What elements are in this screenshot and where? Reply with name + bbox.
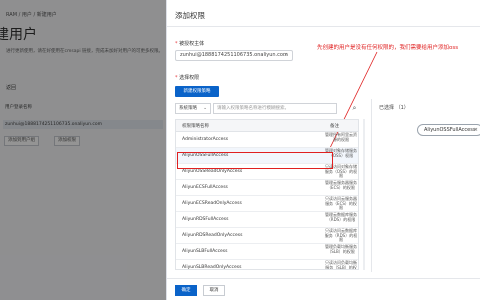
table-row[interactable]: AliyunECSReadOnlyAccess 只读访问云服务器服务（ECS）的权…: [176, 196, 358, 212]
create-policy-button[interactable]: 新建权限策略: [175, 86, 219, 97]
policy-name: AliyunSLBFullAccess: [182, 249, 228, 254]
selected-policy-chip[interactable]: AliyunOSSFullAccess ×: [417, 124, 480, 136]
divider: [371, 99, 372, 272]
chevron-down-icon: ⌄: [203, 106, 207, 111]
policy-desc: 管理云数据库服务（RDS）的权限: [325, 212, 357, 222]
policy-desc: 管理负载均衡服务（SLB）的权限: [325, 244, 357, 254]
principal-label: * 被授权主体: [175, 41, 205, 47]
principal-field[interactable]: zunhui@1888174251106735.onaliyun.com ×: [175, 50, 293, 61]
policy-name: AliyunRDSReadOnlyAccess: [182, 233, 243, 238]
policy-table: 权限策略名称 备注 AdministratorAccess 管理所有阿里云资源的权…: [175, 119, 359, 270]
policy-name: AdministratorAccess: [182, 137, 229, 142]
panel-title: 添加权限: [175, 11, 205, 20]
policy-type-select[interactable]: 系统策略 ⌄: [175, 103, 211, 114]
policy-desc: 只读访问负载均衡服务（SLB）的权限: [325, 260, 357, 270]
search-row: 系统策略 ⌄ 请输入权限策略名称进行模糊搜索。: [175, 103, 345, 114]
table-row[interactable]: AliyunRDSReadOnlyAccess 只读访问云数据库服务（RDS）的权…: [176, 228, 358, 244]
modal-mask: [0, 0, 166, 300]
col-desc: 备注: [330, 124, 339, 129]
policy-name: AliyunECSReadOnlyAccess: [182, 201, 242, 206]
panel-footer: 确定 取消: [167, 278, 480, 300]
policy-desc: 只读访问云服务器服务（ECS）的权限: [325, 196, 357, 211]
policy-desc: 管理云服务器服务（ECS）的权限: [325, 180, 357, 190]
col-name: 权限策略名称: [182, 124, 209, 129]
selected-policy-name: AliyunOSSFullAccess: [424, 127, 476, 133]
table-row[interactable]: AliyunECSFullAccess 管理云服务器服务（ECS）的权限: [176, 180, 358, 196]
table-row[interactable]: AliyunRDSFullAccess 管理云数据库服务（RDS）的权限: [176, 212, 358, 228]
select-permission-label: * 选择权限: [175, 75, 200, 81]
cancel-button[interactable]: 取消: [203, 285, 225, 296]
table-row[interactable]: AliyunSLBReadOnlyAccess 只读访问负载均衡服务（SLB）的权…: [176, 260, 358, 270]
divider: [167, 26, 480, 27]
search-icon[interactable]: ⌕: [349, 103, 360, 114]
add-permission-panel: 添加权限 * 被授权主体 zunhui@1888174251106735.ona…: [166, 0, 480, 300]
policy-name: AliyunSLBReadOnlyAccess: [182, 265, 242, 270]
confirm-button[interactable]: 确定: [175, 285, 197, 296]
policy-name: AliyunOSSReadOnlyAccess: [182, 169, 243, 174]
close-icon[interactable]: ×: [474, 125, 478, 135]
principal-value: zunhui@1888174251106735.onaliyun.com: [180, 52, 288, 58]
policy-desc: 只读访问云数据库服务（RDS）的权限: [324, 228, 358, 243]
search-input[interactable]: 请输入权限策略名称进行模糊搜索。: [213, 103, 337, 114]
selected-count-label: 已选择 （1）: [379, 105, 409, 111]
policy-type-value: 系统策略: [179, 106, 197, 111]
table-row[interactable]: AdministratorAccess 管理所有阿里云资源的权限: [176, 132, 358, 148]
policy-desc: 管理所有阿里云资源的权限: [325, 132, 357, 142]
highlight-box: [177, 152, 333, 169]
table-row[interactable]: AliyunSLBFullAccess 管理负载均衡服务（SLB）的权限: [176, 244, 358, 260]
policy-name: AliyunECSFullAccess: [182, 185, 228, 190]
table-header: 权限策略名称 备注: [176, 120, 358, 132]
policy-name: AliyunRDSFullAccess: [182, 217, 229, 222]
scrollbar[interactable]: [363, 119, 365, 270]
close-icon[interactable]: ×: [284, 51, 288, 60]
